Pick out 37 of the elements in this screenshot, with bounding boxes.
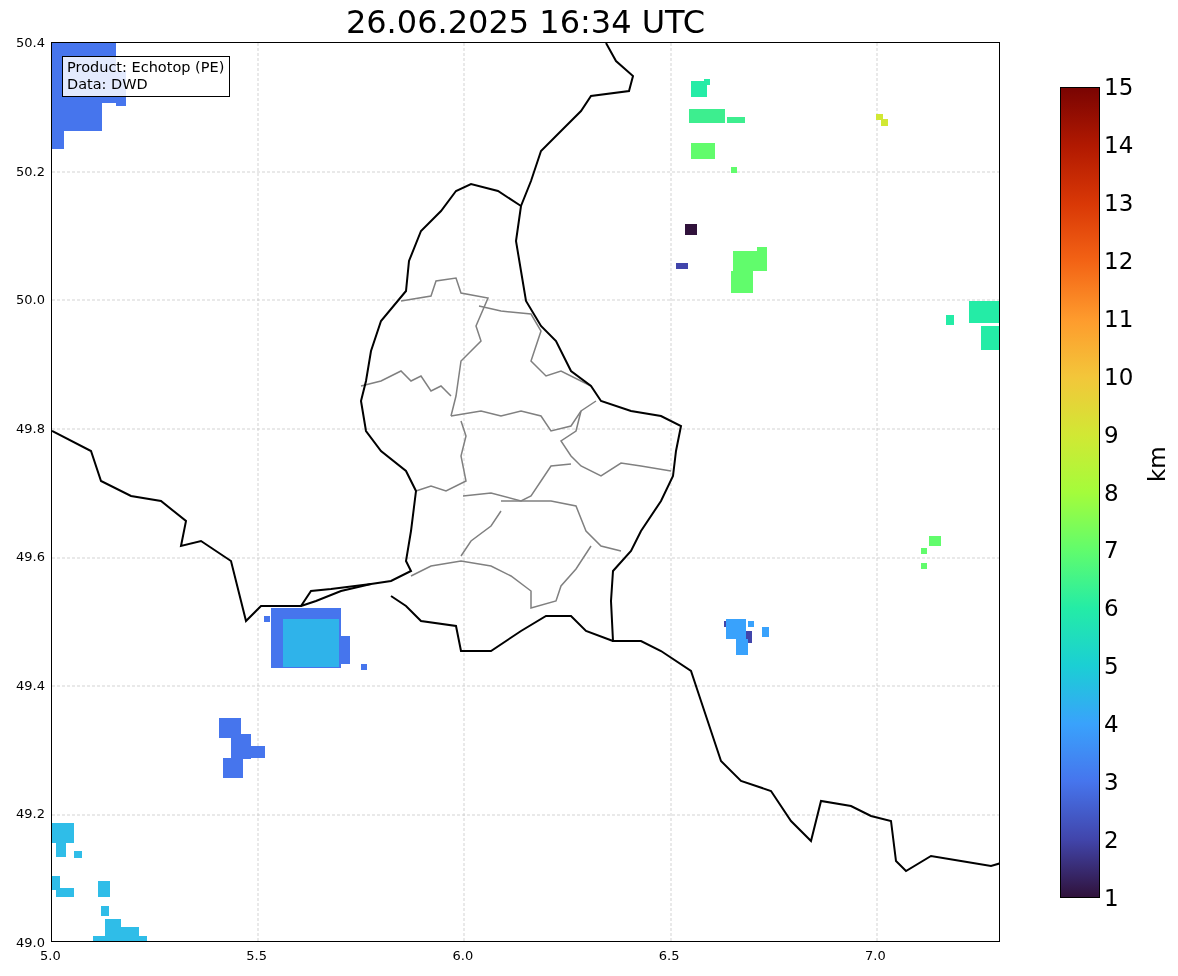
colorbar-tick-label: 5 [1104, 653, 1119, 680]
y-tick-label: 49.8 [16, 420, 45, 436]
radar-echo [219, 718, 265, 778]
colorbar-tick-label: 4 [1104, 711, 1119, 738]
y-tick-label: 50.2 [16, 163, 45, 179]
colorbar-tick-label: 11 [1104, 305, 1134, 332]
x-tick-label: 6.0 [452, 948, 474, 963]
colorbar-tick-label: 9 [1104, 421, 1119, 448]
colorbar-tick-label: 1 [1104, 885, 1119, 911]
colorbar-tick-label: 15 [1104, 74, 1134, 100]
y-tick-label: 50.0 [16, 292, 45, 308]
colorbar-tick-label: 10 [1104, 363, 1134, 390]
y-tick-label: 49.6 [16, 549, 45, 565]
colorbar-tick-label: 14 [1104, 131, 1134, 158]
colorbar-tick-label: 12 [1104, 247, 1134, 274]
colorbar-tick-label: 8 [1104, 479, 1119, 506]
x-tick-label: 5.0 [40, 948, 61, 963]
radar-echo [946, 301, 999, 350]
colorbar-tick-label: 6 [1104, 595, 1119, 622]
colorbar-tick-label: 2 [1104, 827, 1119, 854]
y-tick-label: 49.0 [16, 935, 45, 950]
radar-echo [876, 114, 888, 126]
y-tick-label: 49.4 [16, 677, 45, 693]
radar-echo [691, 79, 710, 97]
x-tick-label: 5.5 [246, 948, 267, 963]
chart-title: 26.06.2025 16:34 UTC [344, 2, 707, 42]
info-text: Data: DWD [67, 76, 149, 93]
colorbar-tick-label: 7 [1104, 537, 1119, 564]
info-text: Product: Echotop (PE) [67, 59, 225, 76]
colorbar-tick-label: 3 [1104, 769, 1119, 796]
y-tick-label: 49.2 [16, 806, 45, 822]
radar-echo [689, 109, 745, 123]
colorbar-label: km [1144, 446, 1170, 482]
y-tick-label: 50.4 [16, 35, 45, 50]
x-tick-label: 7.0 [865, 948, 886, 963]
x-tick-label: 6.5 [658, 948, 680, 963]
colorbar-tick-label: 13 [1104, 189, 1134, 216]
